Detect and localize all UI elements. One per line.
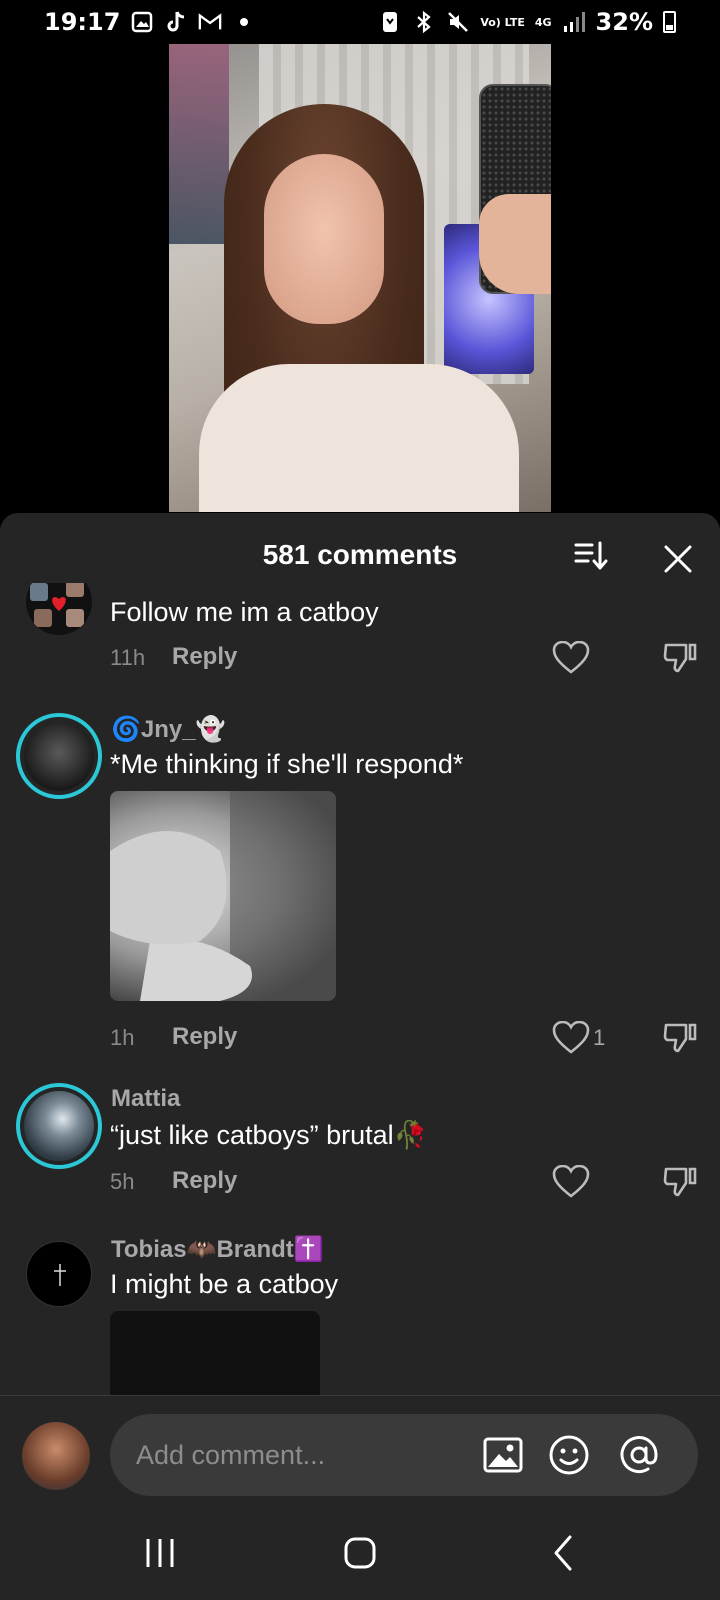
like-count: 1 xyxy=(593,1025,606,1050)
clock: 19:17 xyxy=(44,8,121,36)
avatar[interactable] xyxy=(26,583,92,635)
volte-icon: Vo) LTE xyxy=(480,15,525,29)
gmail-icon xyxy=(198,10,222,34)
dislike-icon[interactable] xyxy=(662,1163,698,1199)
comment-item: Tobias🦇Brandt✝️ I might be a catboy xyxy=(0,1233,720,1395)
comment-time: 5h xyxy=(110,1169,135,1194)
my-avatar[interactable] xyxy=(22,1422,90,1490)
video-shelf xyxy=(169,44,229,244)
4g-icon: 4G xyxy=(534,15,552,29)
video-hand xyxy=(479,194,551,294)
back-icon[interactable] xyxy=(544,1533,584,1573)
comment-text: I might be a catboy xyxy=(110,1269,339,1299)
reply-button[interactable]: Reply xyxy=(172,1167,237,1195)
heart-icon[interactable] xyxy=(552,1020,590,1055)
battery-icon xyxy=(663,11,676,33)
home-icon[interactable] xyxy=(340,1533,380,1573)
sort-icon[interactable] xyxy=(572,539,612,573)
comment-time: 11h xyxy=(110,645,146,670)
battery-percent: 32% xyxy=(595,8,653,36)
tiktok-icon xyxy=(164,10,188,34)
status-bar: 19:17 Vo) LTE 4G 32% xyxy=(0,0,720,44)
comments-list[interactable]: Follow me im a catboy 11h Reply 🌀Jny_👻 *… xyxy=(0,583,720,1395)
mute-icon xyxy=(446,10,470,34)
status-right: Vo) LTE 4G 32% xyxy=(378,8,676,36)
nfc-icon xyxy=(378,10,402,34)
gallery-icon xyxy=(130,10,154,34)
comment-time: 1h xyxy=(110,1025,135,1050)
emoji-icon[interactable] xyxy=(548,1434,590,1476)
comment-input-bar xyxy=(0,1395,720,1505)
comment-image[interactable] xyxy=(110,791,336,1001)
reply-button[interactable]: Reply xyxy=(172,1023,237,1051)
reply-button[interactable]: Reply xyxy=(172,643,237,671)
status-left: 19:17 xyxy=(44,8,256,36)
close-icon[interactable] xyxy=(660,541,696,577)
recent-apps-icon[interactable] xyxy=(140,1533,180,1573)
comment-item: Follow me im a catboy 11h Reply xyxy=(0,583,720,703)
video-player[interactable] xyxy=(169,44,551,512)
comment-text: *Me thinking if she'll respond* xyxy=(110,749,464,779)
comment-image[interactable] xyxy=(110,1311,320,1395)
comment-item: 🌀Jny_👻 *Me thinking if she'll respond* 1… xyxy=(0,713,720,1083)
comment-input-pill[interactable] xyxy=(110,1414,698,1496)
avatar[interactable] xyxy=(26,1241,92,1307)
signal-icon xyxy=(562,10,586,34)
dot-icon xyxy=(232,10,256,34)
bluetooth-icon xyxy=(412,10,436,34)
dislike-icon[interactable] xyxy=(662,639,698,675)
comment-username[interactable]: 🌀Jny_👻 xyxy=(111,715,225,744)
comment-text: “just like catboys” brutal🥀 xyxy=(110,1120,428,1150)
comment-input[interactable] xyxy=(136,1414,466,1496)
sheet-header: 581 comments xyxy=(0,513,720,583)
comment-text: Follow me im a catboy xyxy=(110,597,379,627)
video-subject-face xyxy=(264,154,384,324)
image-icon[interactable] xyxy=(482,1434,524,1476)
video-subject-shirt xyxy=(199,364,519,512)
heart-icon[interactable] xyxy=(552,640,590,675)
heart-icon[interactable] xyxy=(552,1164,590,1199)
mention-icon[interactable] xyxy=(618,1434,660,1476)
comments-count-title: 581 comments xyxy=(262,539,458,570)
comment-username[interactable]: Mattia xyxy=(111,1085,180,1113)
dislike-icon[interactable] xyxy=(662,1019,698,1055)
avatar[interactable] xyxy=(16,713,102,799)
avatar[interactable] xyxy=(16,1083,102,1169)
comment-username[interactable]: Tobias🦇Brandt✝️ xyxy=(111,1235,324,1264)
system-nav-bar xyxy=(0,1505,720,1600)
comment-item: Mattia “just like catboys” brutal🥀 5h Re… xyxy=(0,1083,720,1233)
